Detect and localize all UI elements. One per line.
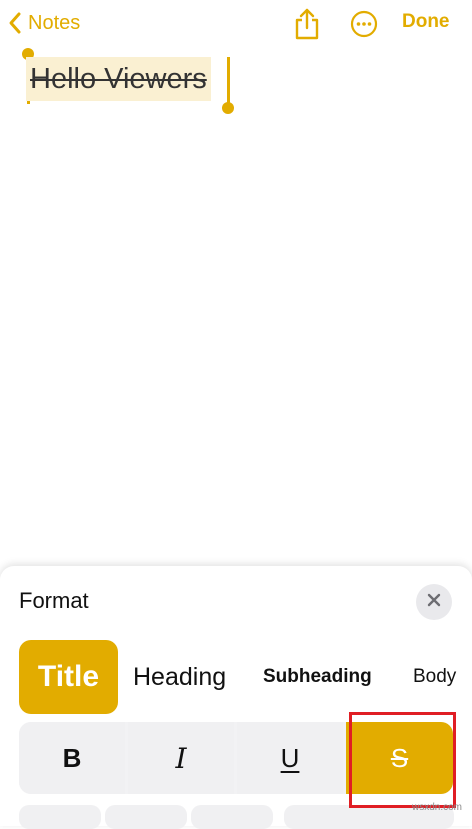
strikethrough-button[interactable]: S: [346, 722, 453, 794]
list-format-button[interactable]: [19, 805, 101, 829]
back-button[interactable]: Notes: [8, 8, 80, 38]
bold-button[interactable]: B: [19, 722, 125, 794]
back-label: Notes: [28, 11, 81, 34]
selected-text-highlight: Hello Viewers: [26, 57, 211, 101]
watermark: wsxdn.com: [412, 802, 463, 813]
note-text[interactable]: Hello Viewers: [30, 63, 207, 96]
style-option-body[interactable]: Body: [413, 640, 456, 714]
chevron-left-icon: [8, 11, 22, 35]
selection-end-handle[interactable]: [222, 102, 234, 114]
format-panel: Format Title Heading Subheading Body B I…: [0, 566, 472, 829]
style-option-heading[interactable]: Heading: [133, 640, 226, 714]
share-icon: [293, 8, 321, 45]
done-button[interactable]: Done: [402, 11, 450, 33]
style-option-subheading[interactable]: Subheading: [263, 640, 372, 714]
style-option-title[interactable]: Title: [19, 640, 118, 714]
paragraph-style-row: Title Heading Subheading Body: [0, 640, 472, 714]
text-format-buttons: B I U S: [19, 722, 453, 794]
italic-button[interactable]: I: [128, 722, 234, 794]
top-navigation-bar: Notes Done: [0, 0, 472, 48]
format-panel-title: Format: [19, 588, 89, 613]
close-icon: [427, 593, 441, 612]
list-format-button[interactable]: [191, 805, 273, 829]
list-format-button[interactable]: [105, 805, 187, 829]
share-button[interactable]: [293, 7, 321, 41]
ellipsis-circle-icon: [350, 10, 378, 42]
close-button[interactable]: [416, 584, 452, 620]
more-options-button[interactable]: [350, 10, 378, 38]
underline-button[interactable]: U: [237, 722, 343, 794]
